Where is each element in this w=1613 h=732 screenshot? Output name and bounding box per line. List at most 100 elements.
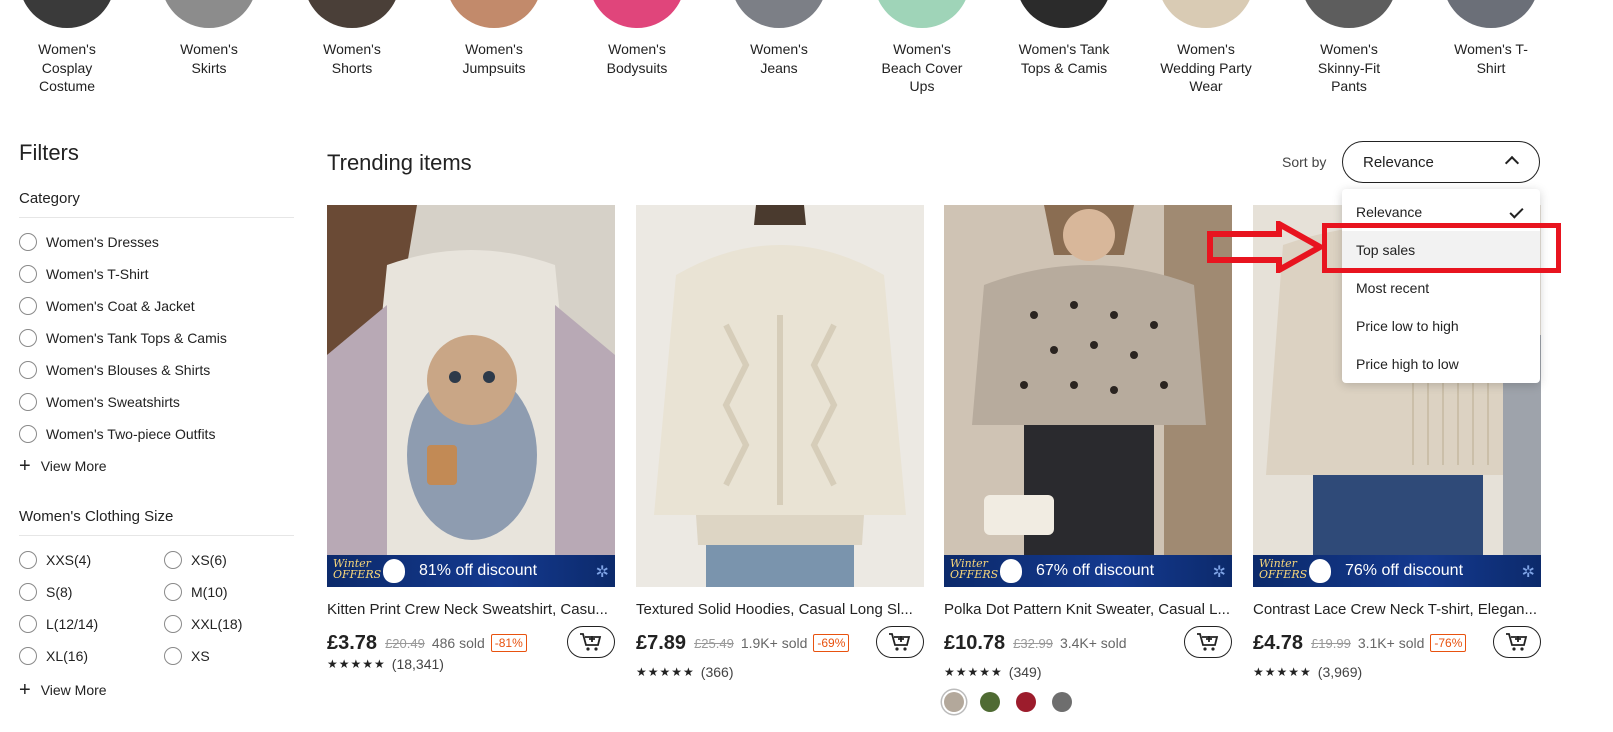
radio-icon[interactable] [19, 233, 37, 251]
category-filter-option[interactable]: Women's Coat & Jacket [19, 290, 294, 322]
sort-option-price-low-high[interactable]: Price low to high [1342, 307, 1540, 345]
category-image[interactable] [304, 0, 400, 28]
category-label[interactable]: Women's Shorts [317, 40, 387, 77]
size-option[interactable]: XL(16) [19, 640, 164, 672]
category-filter-option[interactable]: Women's T-Shirt [19, 258, 294, 290]
category-image[interactable] [589, 0, 685, 28]
category-image[interactable] [1443, 0, 1539, 28]
category-image[interactable] [1016, 0, 1112, 28]
add-to-cart-button[interactable] [876, 626, 924, 658]
category-label[interactable]: Women's Jeans [744, 40, 814, 77]
category-tank-tops[interactable]: Women's Tank Tops & Camis [1004, 0, 1124, 77]
category-label[interactable]: Women's Bodysuits [597, 40, 677, 77]
size-filter-title[interactable]: Women's Clothing Size [19, 508, 294, 536]
category-image[interactable] [19, 0, 115, 28]
product-title[interactable]: Contrast Lace Crew Neck T-shirt, Elegan.… [1253, 601, 1541, 618]
category-skirts[interactable]: Women's Skirts [149, 0, 269, 77]
discount-badge: -76% [1430, 634, 1467, 652]
size-option[interactable]: L(12/14) [19, 608, 164, 640]
review-count: (366) [700, 664, 734, 680]
original-price: £20.49 [385, 635, 425, 651]
category-image[interactable] [1158, 0, 1254, 28]
color-swatch[interactable] [980, 692, 1000, 712]
sort-option-most-recent[interactable]: Most recent [1342, 269, 1540, 307]
radio-icon[interactable] [19, 265, 37, 283]
category-wedding-party[interactable]: Women's Wedding Party Wear [1146, 0, 1266, 96]
product-title[interactable]: Polka Dot Pattern Knit Sweater, Casual L… [944, 601, 1232, 618]
product-title[interactable]: Kitten Print Crew Neck Sweatshirt, Casu.… [327, 601, 615, 618]
category-filter-option[interactable]: Women's Sweatshirts [19, 386, 294, 418]
category-label[interactable]: Women's T-Shirt [1446, 40, 1536, 77]
category-shorts[interactable]: Women's Shorts [292, 0, 412, 77]
category-jumpsuits[interactable]: Women's Jumpsuits [434, 0, 554, 77]
category-filter-option[interactable]: Women's Dresses [19, 226, 294, 258]
category-image[interactable] [446, 0, 542, 28]
size-option[interactable]: XS(6) [164, 544, 294, 576]
size-label: XXL(18) [191, 616, 243, 632]
category-label[interactable]: Women's Beach Cover Ups [877, 40, 967, 96]
sort-option-price-high-low[interactable]: Price high to low [1342, 345, 1540, 383]
size-option[interactable]: XXL(18) [164, 608, 294, 640]
category-label[interactable]: Women's Skinny-Fit Pants [1309, 40, 1389, 96]
size-option[interactable]: S(8) [19, 576, 164, 608]
category-jeans[interactable]: Women's Jeans [719, 0, 839, 77]
size-option[interactable]: XS [164, 640, 294, 672]
check-icon [1509, 204, 1524, 219]
radio-icon[interactable] [19, 551, 37, 569]
rating-row: ★★★★★ (349) [944, 664, 1232, 680]
size-option[interactable]: XXS(4) [19, 544, 164, 576]
category-view-more-button[interactable]: + View More [19, 452, 294, 480]
option-label: Relevance [1356, 204, 1423, 220]
category-tshirt[interactable]: Women's T-Shirt [1431, 0, 1551, 77]
radio-icon[interactable] [19, 425, 37, 443]
category-cosplay[interactable]: Women's Cosplay Costume [7, 0, 127, 96]
radio-icon[interactable] [19, 393, 37, 411]
radio-icon[interactable] [19, 297, 37, 315]
category-label[interactable]: Women's Jumpsuits [454, 40, 534, 77]
product-image[interactable] [636, 205, 924, 587]
radio-icon[interactable] [19, 615, 37, 633]
add-to-cart-button[interactable] [1493, 626, 1541, 658]
category-image[interactable] [1301, 0, 1397, 28]
category-filter-option[interactable]: Women's Blouses & Shirts [19, 354, 294, 386]
size-view-more-button[interactable]: + View More [19, 676, 294, 704]
promo-banner: Winter OFFERS 67% off discount ✲ [944, 555, 1232, 587]
category-filter-option[interactable]: Women's Tank Tops & Camis [19, 322, 294, 354]
product-image[interactable]: Winter OFFERS 67% off discount ✲ [944, 205, 1232, 587]
category-bodysuits[interactable]: Women's Bodysuits [577, 0, 697, 77]
category-label[interactable]: Women's Tank Tops & Camis [1009, 40, 1119, 77]
product-card[interactable]: Winter OFFERS 67% off discount ✲ Polka Do… [944, 205, 1232, 712]
category-skinny-pants[interactable]: Women's Skinny-Fit Pants [1289, 0, 1409, 96]
promo-banner: Winter OFFERS 81% off discount ✲ [327, 555, 615, 587]
product-card[interactable]: Winter OFFERS 81% off discount ✲ Kitten P… [327, 205, 615, 672]
product-card[interactable]: Textured Solid Hoodies, Casual Long Sl..… [636, 205, 924, 680]
radio-icon[interactable] [164, 615, 182, 633]
category-image[interactable] [161, 0, 257, 28]
category-filter-title[interactable]: Category [19, 190, 294, 218]
category-filter-option[interactable]: Women's Two-piece Outfits [19, 418, 294, 450]
radio-icon[interactable] [19, 583, 37, 601]
size-label: S(8) [46, 584, 73, 600]
radio-icon[interactable] [19, 329, 37, 347]
category-label[interactable]: Women's Skirts [174, 40, 244, 77]
color-swatch[interactable] [1016, 692, 1036, 712]
radio-icon[interactable] [164, 647, 182, 665]
size-option[interactable]: M(10) [164, 576, 294, 608]
category-image[interactable] [874, 0, 970, 28]
add-to-cart-button[interactable] [1184, 626, 1232, 658]
sort-select[interactable]: Relevance [1342, 141, 1540, 183]
add-to-cart-button[interactable] [567, 626, 615, 658]
category-beach-cover-ups[interactable]: Women's Beach Cover Ups [862, 0, 982, 96]
radio-icon[interactable] [164, 583, 182, 601]
color-swatch[interactable] [1052, 692, 1072, 712]
category-label[interactable]: Women's Cosplay Costume [27, 40, 107, 96]
category-strip: Women's Cosplay Costume Women's Skirts W… [0, 0, 1613, 100]
product-image[interactable]: Winter OFFERS 81% off discount ✲ [327, 205, 615, 587]
category-label[interactable]: Women's Wedding Party Wear [1156, 40, 1256, 96]
color-swatch[interactable] [944, 692, 964, 712]
radio-icon[interactable] [19, 361, 37, 379]
radio-icon[interactable] [164, 551, 182, 569]
product-title[interactable]: Textured Solid Hoodies, Casual Long Sl..… [636, 601, 924, 618]
radio-icon[interactable] [19, 647, 37, 665]
category-image[interactable] [731, 0, 827, 28]
